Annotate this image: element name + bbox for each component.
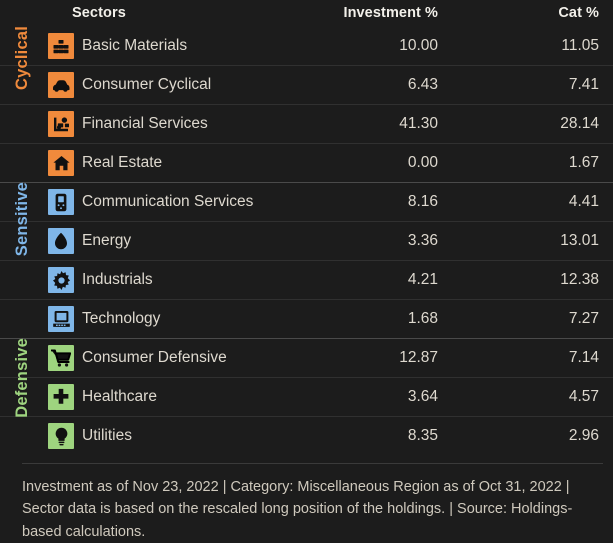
investment-percent-value: 3.64 — [407, 388, 438, 405]
sector-table: Basic Materials 10.00 11.05 Consumer Cyclic… — [0, 26, 613, 455]
column-header-investment-percent: % — [425, 5, 438, 21]
cat-percent-value: 7.27 — [568, 310, 599, 327]
cat-percent-value: 4.41 — [568, 193, 599, 210]
sector-name: Healthcare — [82, 388, 157, 405]
table-row[interactable]: Consumer Defensive 12.87 7.14 — [0, 338, 613, 377]
footnote-text: Investment as of Nov 23, 2022 | Category… — [22, 478, 573, 540]
investment-percent-value: 0.00 — [407, 154, 438, 171]
cat-percent-value: 13.01 — [560, 232, 599, 249]
communication-services-icon — [48, 189, 74, 215]
column-header-cat-percent: % — [586, 5, 599, 21]
industrials-icon — [48, 267, 74, 293]
table-row[interactable]: Energy 3.36 13.01 — [0, 221, 613, 260]
footnote: Investment as of Nov 23, 2022 | Category… — [22, 462, 603, 543]
sector-breakdown-panel: Sectors Investment% Cat% Basic Materials… — [0, 0, 613, 543]
utilities-icon — [48, 423, 74, 449]
table-row[interactable]: Healthcare 3.64 4.57 — [0, 377, 613, 416]
investment-percent-value: 4.21 — [407, 271, 438, 288]
sector-name: Consumer Cyclical — [82, 76, 212, 93]
investment-percent-value: 1.68 — [407, 310, 438, 327]
sector-name: Real Estate — [82, 154, 163, 171]
column-header-cat: Cat% — [558, 5, 599, 21]
cat-percent-value: 2.96 — [568, 427, 599, 444]
column-header-investment-label: Investment — [343, 5, 421, 21]
cat-percent-value: 7.41 — [568, 76, 599, 93]
table-row[interactable]: Communication Services 8.16 4.41 — [0, 182, 613, 221]
sector-name: Financial Services — [82, 115, 208, 132]
basic-materials-icon — [48, 32, 74, 59]
consumer-cyclical-icon — [48, 72, 74, 98]
investment-percent-value: 12.87 — [399, 349, 438, 366]
financial-services-icon — [48, 111, 74, 137]
investment-percent-value: 10.00 — [399, 36, 438, 54]
table-row[interactable]: Utilities 8.35 2.96 — [0, 416, 613, 455]
sector-name: Utilities — [82, 427, 132, 444]
real-estate-icon — [48, 150, 74, 176]
energy-icon — [48, 228, 74, 254]
column-header-sectors: Sectors — [72, 5, 126, 21]
investment-percent-value: 6.43 — [407, 76, 438, 93]
cat-percent-value: 12.38 — [560, 271, 599, 288]
sector-name: Basic Materials — [82, 36, 188, 54]
table-row[interactable]: Real Estate 0.00 1.67 — [0, 143, 613, 182]
healthcare-icon — [48, 384, 74, 410]
cat-percent-value: 4.57 — [568, 388, 599, 405]
consumer-defensive-icon — [48, 345, 74, 371]
table-row[interactable]: Financial Services 41.30 28.14 — [0, 104, 613, 143]
table-header: Sectors Investment% Cat% — [0, 0, 613, 26]
investment-percent-value: 8.35 — [407, 427, 438, 444]
cat-percent-value: 11.05 — [561, 36, 599, 54]
sector-name: Consumer Defensive — [82, 349, 227, 366]
table-row[interactable]: Consumer Cyclical 6.43 7.41 — [0, 65, 613, 104]
investment-percent-value: 41.30 — [399, 115, 438, 132]
sector-name: Energy — [82, 232, 132, 249]
cat-percent-value: 7.14 — [568, 349, 599, 366]
table-row[interactable]: Basic Materials 10.00 11.05 — [0, 26, 613, 65]
investment-percent-value: 3.36 — [407, 232, 438, 249]
column-header-cat-label: Cat — [558, 5, 582, 21]
table-row[interactable]: Industrials 4.21 12.38 — [0, 260, 613, 299]
cat-percent-value: 1.67 — [568, 154, 599, 171]
column-header-investment: Investment% — [343, 5, 438, 21]
table-row[interactable]: Technology 1.68 7.27 — [0, 299, 613, 338]
sector-name: Industrials — [82, 271, 153, 288]
technology-icon — [48, 306, 74, 332]
sector-name: Technology — [82, 310, 161, 327]
investment-percent-value: 8.16 — [407, 193, 438, 210]
cat-percent-value: 28.14 — [560, 115, 599, 132]
sector-name: Communication Services — [82, 193, 254, 210]
